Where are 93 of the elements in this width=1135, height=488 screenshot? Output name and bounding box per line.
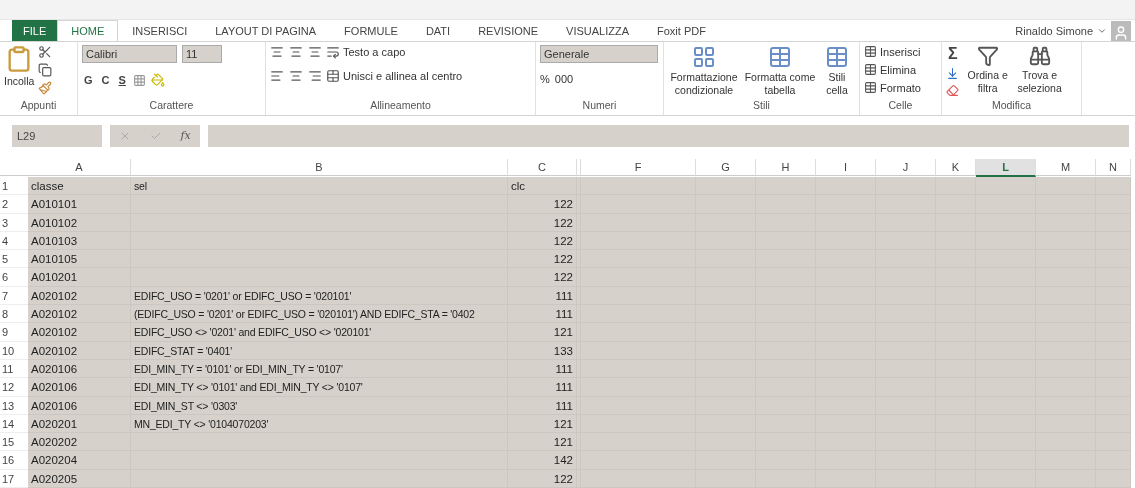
name-box[interactable]: L29 bbox=[12, 124, 102, 147]
table-cell: A020204 bbox=[28, 451, 131, 470]
ribbon-tab[interactable]: DATI bbox=[411, 20, 465, 42]
table-cell: 111 bbox=[508, 305, 577, 324]
align-right-icon bbox=[308, 69, 322, 84]
merge-button[interactable]: Unisci e allinea al centro bbox=[326, 69, 463, 84]
table-cell: 111 bbox=[508, 378, 577, 397]
ribbon-tab[interactable]: Foxit PDF bbox=[643, 20, 720, 42]
table-cell: clc bbox=[508, 176, 577, 196]
formula-field[interactable] bbox=[208, 124, 1129, 147]
ribbon-tab[interactable]: HOME bbox=[57, 20, 119, 42]
ribbon-tab[interactable]: LAYOUT DI PAGINA bbox=[201, 20, 331, 42]
table-cell: A020102 bbox=[28, 323, 131, 342]
align-middle-icon bbox=[289, 45, 303, 60]
font-name-field[interactable]: Calibri bbox=[82, 45, 177, 64]
table-cell: classe bbox=[28, 176, 131, 196]
table-cell: A010101 bbox=[28, 195, 131, 214]
ribbon-tab[interactable]: INSERISCI bbox=[118, 20, 202, 42]
style-button[interactable]: Stili cella bbox=[820, 45, 854, 98]
style-button[interactable]: Formatta come tabella bbox=[744, 45, 816, 98]
column-header[interactable]: C bbox=[508, 158, 577, 176]
column-header[interactable]: G bbox=[696, 158, 756, 176]
paintbrush-icon bbox=[38, 81, 53, 96]
ribbon-tab[interactable]: VISUALIZZA bbox=[552, 20, 643, 42]
column-header[interactable]: B bbox=[131, 158, 508, 176]
paste-button[interactable]: Incolla bbox=[4, 45, 35, 89]
copy-icon bbox=[38, 63, 53, 78]
table-cell: 121 bbox=[508, 323, 577, 342]
ribbon-tab[interactable]: FORMULE bbox=[330, 20, 412, 42]
insert-function-button[interactable]: fx bbox=[180, 129, 191, 143]
column-header[interactable]: K bbox=[936, 158, 976, 176]
column-header[interactable]: L bbox=[976, 158, 1036, 177]
thousands-button[interactable]: 000 bbox=[554, 73, 574, 86]
group-label: Numeri bbox=[581, 99, 618, 114]
align-bottom-icon bbox=[308, 45, 322, 60]
italic-button[interactable]: C bbox=[99, 74, 112, 87]
group-label: Allineamento bbox=[369, 99, 432, 114]
scissors-icon bbox=[38, 45, 53, 60]
align-center-icon bbox=[289, 69, 303, 84]
table-cell: EDI_MIN_TY <> '0101' and EDI_MIN_TY <> '0107' bbox=[131, 378, 508, 397]
column-header[interactable]: H bbox=[756, 158, 816, 176]
group-label: Appunti bbox=[19, 99, 58, 114]
table-cell: A020202 bbox=[28, 433, 131, 452]
column-header[interactable]: F bbox=[581, 158, 696, 176]
table-cell: 122 bbox=[508, 268, 577, 287]
merge-icon bbox=[326, 69, 340, 84]
column-header[interactable]: A bbox=[28, 158, 131, 176]
group-label: Celle bbox=[887, 99, 914, 114]
table-cell: A020106 bbox=[28, 378, 131, 397]
editing-button[interactable]: Trova e seleziona bbox=[1015, 45, 1064, 96]
bold-button[interactable]: G bbox=[82, 74, 95, 87]
table-cell: A020102 bbox=[28, 305, 131, 324]
column-header[interactable]: N bbox=[1096, 158, 1131, 176]
cells-button[interactable]: Formato bbox=[864, 81, 921, 95]
percent-button[interactable]: % bbox=[540, 73, 550, 86]
cells-button[interactable]: Inserisci bbox=[864, 45, 921, 59]
fill-down-icon bbox=[946, 67, 959, 81]
wrap-text-button[interactable]: Testo a capo bbox=[326, 45, 463, 60]
table-cell: 121 bbox=[508, 433, 577, 452]
group-label: Carattere bbox=[148, 99, 195, 114]
table-cell: 142 bbox=[508, 451, 577, 470]
font-size-field[interactable]: 11 bbox=[182, 45, 222, 64]
editing-button[interactable]: Ordina e filtra bbox=[963, 45, 1012, 96]
group-label: Modifica bbox=[990, 99, 1033, 114]
column-header[interactable]: M bbox=[1036, 158, 1096, 176]
table-cell: A010105 bbox=[28, 250, 131, 269]
underline-button[interactable]: S bbox=[116, 74, 128, 87]
column-header[interactable] bbox=[577, 158, 581, 176]
filter-icon bbox=[976, 45, 999, 68]
align-top-icon bbox=[270, 45, 284, 60]
number-format-field[interactable]: Generale bbox=[540, 45, 658, 64]
group-label: Stili bbox=[752, 99, 771, 114]
column-header[interactable]: J bbox=[876, 158, 936, 176]
align-left-icon bbox=[270, 69, 284, 84]
table-cell: 122 bbox=[508, 195, 577, 214]
ribbon-tab[interactable]: REVISIONE bbox=[464, 20, 553, 42]
autosum-button[interactable]: Σ bbox=[946, 45, 960, 64]
table-cell: sel bbox=[131, 176, 508, 196]
style-button[interactable]: Formattazione condizionale bbox=[668, 45, 740, 98]
table-cell: A010201 bbox=[28, 268, 131, 287]
avatar-icon[interactable] bbox=[1111, 20, 1131, 41]
eraser-icon bbox=[946, 84, 959, 98]
border-icon bbox=[132, 73, 146, 87]
table-cell: (EDIFC_USO = '0201' or EDIFC_USO = '020101') AND EDIFC_STA = '0402 bbox=[131, 305, 508, 324]
user-name[interactable]: Rinaldo Simone bbox=[1015, 24, 1093, 37]
wrap-icon bbox=[326, 45, 340, 60]
table-cell: EDIFC_USO <> '0201' and EDIFC_USO <> '020101' bbox=[131, 323, 508, 342]
fill-color-icon bbox=[150, 73, 165, 88]
table-cell: 122 bbox=[508, 250, 577, 269]
file-tab[interactable]: FILE bbox=[12, 20, 58, 42]
cells-button[interactable]: Elimina bbox=[864, 63, 921, 77]
column-header[interactable]: I bbox=[816, 158, 876, 176]
binoculars-icon bbox=[1028, 45, 1051, 68]
